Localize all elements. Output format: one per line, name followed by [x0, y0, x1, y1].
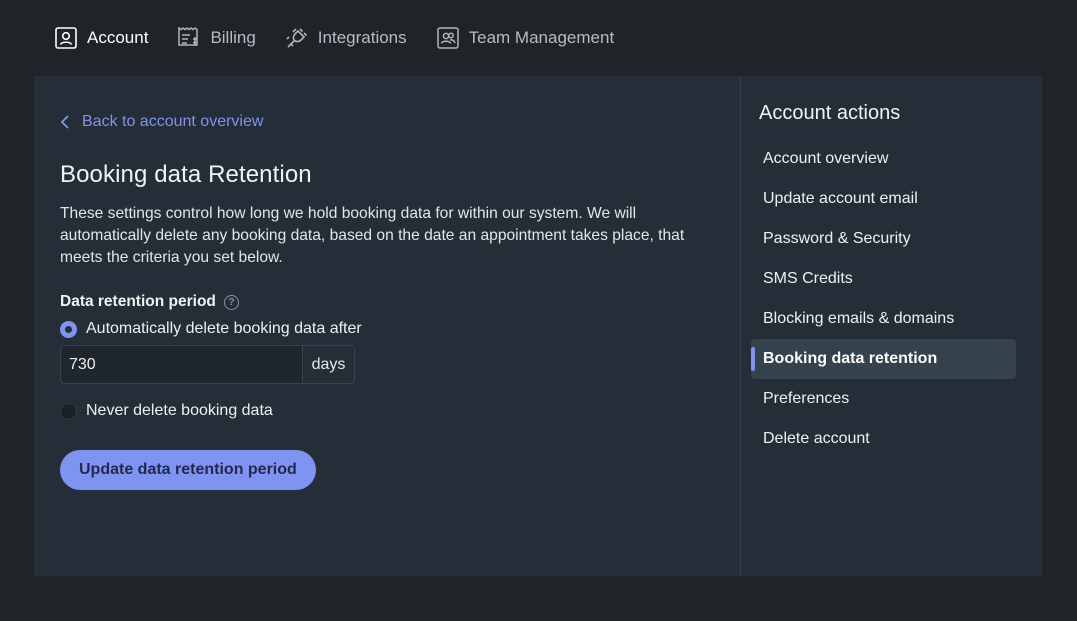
settings-panel: Back to account overview Booking data Re… [34, 76, 1042, 576]
sidebar-item-password-security[interactable]: Password & Security [751, 219, 1016, 259]
days-suffix: days [302, 345, 355, 384]
receipt-icon [176, 25, 202, 51]
radio-never-delete-label: Never delete booking data [86, 402, 273, 419]
retention-field-label: Data retention period ? [60, 293, 714, 311]
sidebar-item-blocking-emails-domains[interactable]: Blocking emails & domains [751, 299, 1016, 339]
team-icon [435, 25, 461, 51]
sidebar-list: Account overview Update account email Pa… [751, 139, 1024, 459]
page-title: Booking data Retention [60, 161, 312, 188]
tab-account[interactable]: Account [53, 23, 148, 53]
radio-never-delete-indicator[interactable] [60, 402, 77, 420]
tab-billing[interactable]: Billing [176, 23, 256, 53]
back-to-account-overview-link[interactable]: Back to account overview [60, 112, 714, 132]
tab-team-management[interactable]: Team Management [435, 23, 615, 53]
sidebar-item-preferences[interactable]: Preferences [751, 379, 1016, 419]
update-retention-button[interactable]: Update data retention period [60, 450, 316, 490]
sidebar-title: Account actions [759, 102, 901, 124]
plug-icon [284, 25, 310, 51]
retention-days-input[interactable] [60, 345, 302, 384]
account-actions-sidebar: Account actions Account overview Update … [740, 76, 1042, 576]
top-tab-bar: Account Billing Integrations Team Manage… [0, 0, 1077, 76]
tab-integrations-label: Integrations [317, 28, 407, 47]
back-link-label: Back to account overview [82, 113, 264, 130]
tab-billing-label: Billing [210, 28, 256, 47]
sidebar-item-delete-account[interactable]: Delete account [751, 419, 1016, 459]
tab-integrations[interactable]: Integrations [284, 23, 407, 53]
retention-label-text: Data retention period [60, 293, 216, 310]
radio-auto-delete-label: Automatically delete booking data after [86, 320, 362, 337]
main-content: Back to account overview Booking data Re… [34, 76, 740, 576]
chevron-left-icon [60, 115, 69, 129]
page-description: These settings control how long we hold … [60, 205, 685, 266]
user-badge-icon [53, 25, 79, 51]
sidebar-item-sms-credits[interactable]: SMS Credits [751, 259, 1016, 299]
tab-team-management-label: Team Management [468, 28, 615, 47]
radio-auto-delete-indicator[interactable] [60, 320, 77, 338]
days-input-group: days [60, 345, 355, 384]
sidebar-item-account-overview[interactable]: Account overview [751, 139, 1016, 179]
help-icon[interactable]: ? [223, 294, 239, 310]
sidebar-item-booking-data-retention[interactable]: Booking data retention [751, 339, 1016, 379]
tab-account-label: Account [87, 28, 149, 47]
radio-auto-delete[interactable]: Automatically delete booking data after [60, 320, 714, 338]
sidebar-item-update-account-email[interactable]: Update account email [751, 179, 1016, 219]
radio-never-delete[interactable]: Never delete booking data [60, 402, 714, 420]
